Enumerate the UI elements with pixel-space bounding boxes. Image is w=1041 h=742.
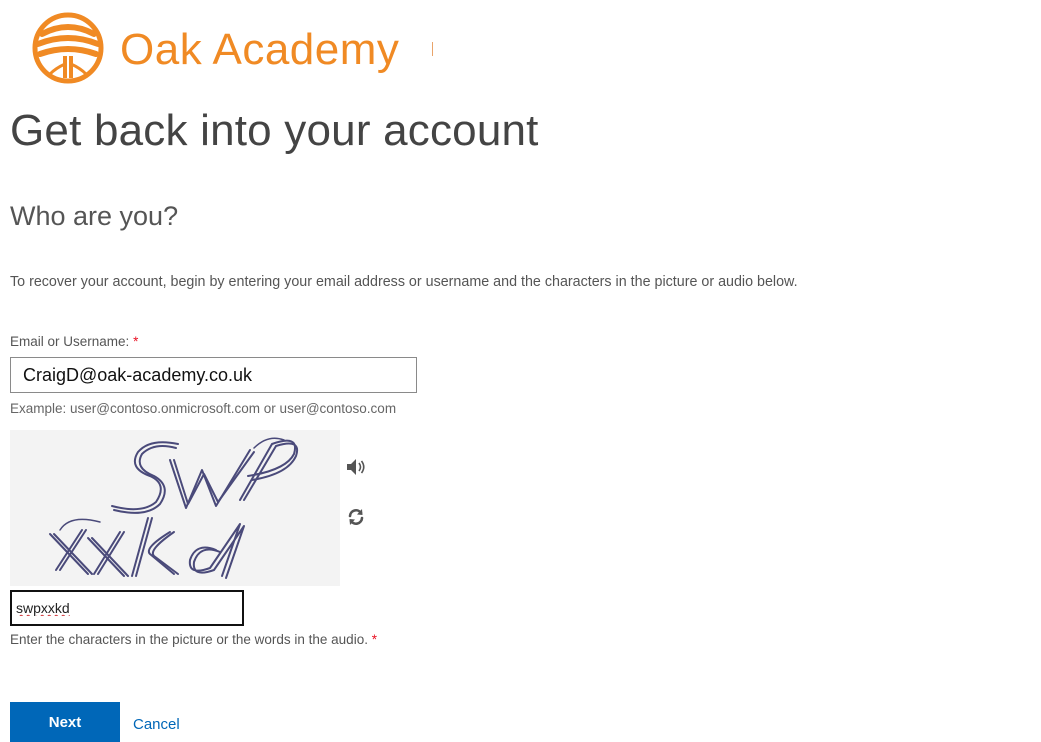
cancel-link[interactable]: Cancel	[133, 716, 180, 733]
captcha-help-text: Enter the characters in the picture or t…	[10, 632, 368, 647]
email-input[interactable]	[10, 357, 417, 393]
required-marker: *	[371, 632, 377, 647]
refresh-icon[interactable]	[347, 507, 365, 527]
next-button[interactable]: Next	[10, 702, 120, 742]
oak-tree-logo-icon	[32, 12, 104, 84]
captcha-image	[10, 430, 340, 586]
password-reset-page: Oak Academy Get back into your account W…	[0, 0, 1041, 742]
email-label-text: Email or Username:	[10, 334, 130, 349]
logo-divider	[432, 42, 433, 56]
captcha-help: Enter the characters in the picture or t…	[10, 632, 377, 647]
instructions-text: To recover your account, begin by enteri…	[10, 274, 798, 290]
email-label: Email or Username: *	[10, 334, 138, 349]
speaker-icon[interactable]	[346, 458, 366, 476]
page-subtitle: Who are you?	[10, 201, 179, 231]
required-marker: *	[133, 334, 139, 349]
brand-name: Oak Academy	[120, 25, 400, 74]
page-title: Get back into your account	[10, 106, 539, 155]
brand-logo: Oak Academy	[28, 12, 399, 84]
email-example-text: Example: user@contoso.onmicrosoft.com or…	[10, 401, 397, 416]
captcha-input[interactable]	[10, 590, 244, 626]
